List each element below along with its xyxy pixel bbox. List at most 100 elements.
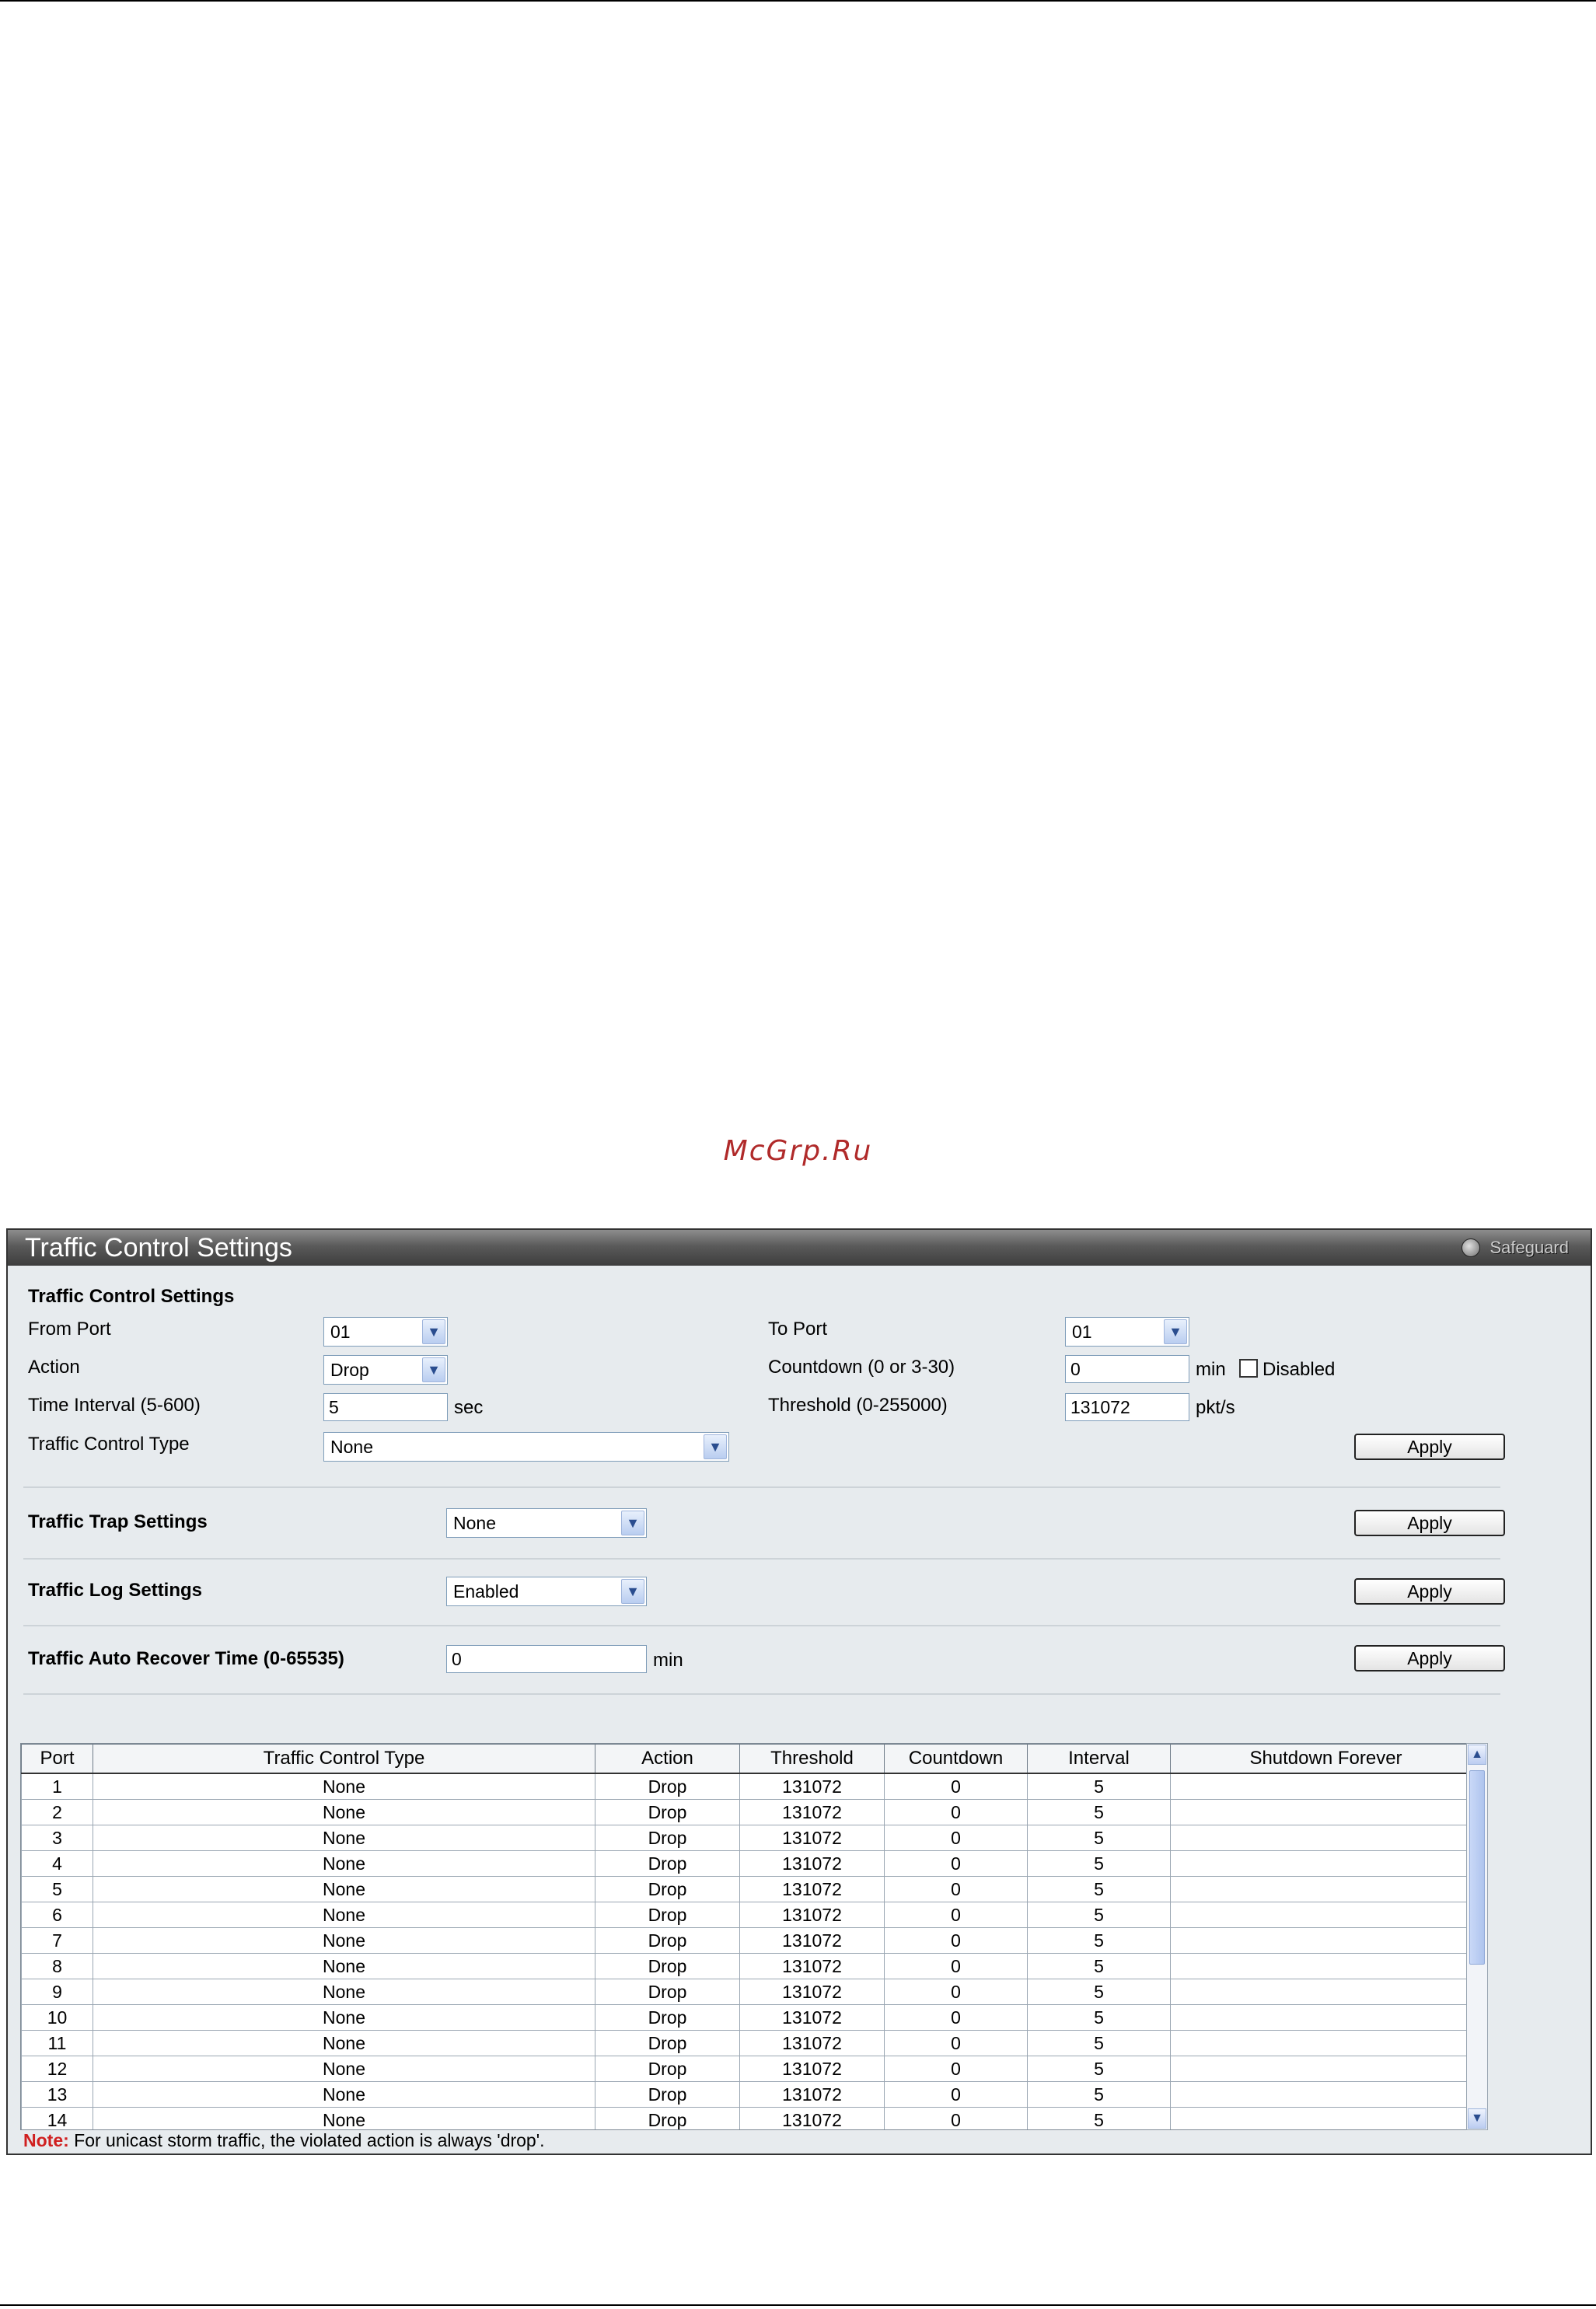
scrollbar-thumb[interactable] <box>1469 1770 1485 1965</box>
table-cell <box>1170 1773 1481 1800</box>
table-cell: 131072 <box>739 2081 885 2108</box>
table-cell: 131072 <box>739 1850 885 1877</box>
column-header: Traffic Control Type <box>93 1744 595 1774</box>
chevron-down-icon: ▼ <box>704 1434 727 1459</box>
watermark: McGrp.Ru <box>723 1135 873 1167</box>
traffic-control-panel: Traffic Control Settings Safeguard Traff… <box>6 1228 1592 2155</box>
apply-trap-button[interactable]: Apply <box>1354 1510 1505 1536</box>
table-cell: None <box>93 2107 595 2129</box>
table-cell: 5 <box>1027 2056 1171 2082</box>
table-cell: 0 <box>884 1825 1028 1851</box>
table-cell: 7 <box>21 1927 93 1954</box>
table-cell: 0 <box>884 2056 1028 2082</box>
safeguard-label: Safeguard <box>1489 1238 1569 1257</box>
table-cell: 131072 <box>739 1773 885 1800</box>
to-port-select[interactable]: 01 ▼ <box>1065 1317 1189 1347</box>
from-port-select[interactable]: 01 ▼ <box>323 1317 448 1347</box>
countdown-input[interactable]: 0 <box>1065 1355 1189 1383</box>
table-cell: Drop <box>595 1953 740 1979</box>
table-cell: 2 <box>21 1799 93 1825</box>
apply-traffic-control-button[interactable]: Apply <box>1354 1434 1505 1460</box>
column-header: Shutdown Forever <box>1170 1744 1481 1774</box>
from-port-label: From Port <box>28 1319 111 1340</box>
table-cell: 5 <box>1027 2081 1171 2108</box>
table-cell: 12 <box>21 2056 93 2082</box>
table-row: 12 None Drop 131072 0 5 <box>21 2056 1481 2082</box>
table-cell: Drop <box>595 1850 740 1877</box>
table-cell: 5 <box>1027 1953 1171 1979</box>
apply-recover-button[interactable]: Apply <box>1354 1645 1505 1671</box>
traffic-control-type-select[interactable]: None ▼ <box>323 1432 729 1462</box>
note-text: For unicast storm traffic, the violated … <box>68 2130 545 2150</box>
column-header: Countdown <box>884 1744 1028 1774</box>
table-cell: None <box>93 1799 595 1825</box>
interval-input[interactable]: 5 <box>323 1393 448 1421</box>
apply-log-button[interactable]: Apply <box>1354 1578 1505 1605</box>
table-row: 7 None Drop 131072 0 5 <box>21 1927 1481 1954</box>
note-prefix: Note: <box>23 2130 69 2150</box>
section-divider <box>23 1486 1500 1488</box>
threshold-input[interactable]: 131072 <box>1065 1393 1189 1421</box>
traffic-log-select[interactable]: Enabled ▼ <box>446 1577 647 1606</box>
table-cell: 11 <box>21 2030 93 2056</box>
table-cell <box>1170 2107 1481 2129</box>
table-cell: 5 <box>1027 1902 1171 1928</box>
table-cell <box>1170 2056 1481 2082</box>
table-cell: 131072 <box>739 1953 885 1979</box>
table-cell: 0 <box>884 2107 1028 2129</box>
table-row: 1 None Drop 131072 0 5 <box>21 1773 1481 1800</box>
table-cell: Drop <box>595 2004 740 2031</box>
table-cell: 0 <box>884 1953 1028 1979</box>
table-cell <box>1170 2081 1481 2108</box>
table-cell: None <box>93 2056 595 2082</box>
table-cell: 0 <box>884 1773 1028 1800</box>
scroll-down-icon[interactable]: ▼ <box>1468 2108 1486 2129</box>
table-cell <box>1170 1953 1481 1979</box>
table-cell: 5 <box>1027 1927 1171 1954</box>
countdown-label: Countdown (0 or 3-30) <box>768 1357 955 1378</box>
port-settings-table: Port Traffic Control Type Action Threshold C… <box>20 1743 1482 2130</box>
traffic-trap-label: Traffic Trap Settings <box>28 1511 208 1532</box>
table-row: 9 None Drop 131072 0 5 <box>21 1979 1481 2005</box>
traffic-log-label: Traffic Log Settings <box>28 1580 203 1601</box>
section-divider <box>23 1693 1500 1695</box>
table-row: 10 None Drop 131072 0 5 <box>21 2004 1481 2031</box>
table-cell: 0 <box>884 2030 1028 2056</box>
table-cell: 0 <box>884 1979 1028 2005</box>
footer-note: Note: For unicast storm traffic, the vio… <box>23 2130 545 2151</box>
table-cell <box>1170 2004 1481 2031</box>
table-row: 14 None Drop 131072 0 5 <box>21 2107 1481 2129</box>
disabled-label: Disabled <box>1262 1359 1336 1380</box>
table-row: 11 None Drop 131072 0 5 <box>21 2030 1481 2056</box>
disabled-checkbox[interactable] <box>1239 1359 1258 1378</box>
table-cell: Drop <box>595 1902 740 1928</box>
traffic-trap-select[interactable]: None ▼ <box>446 1508 647 1538</box>
auto-recover-input[interactable]: 0 <box>446 1645 647 1673</box>
table-header-row: Port Traffic Control Type Action Threshold C… <box>21 1744 1481 1774</box>
table-cell: 5 <box>21 1876 93 1902</box>
table-cell: 5 <box>1027 1850 1171 1877</box>
table-row: 6 None Drop 131072 0 5 <box>21 1902 1481 1928</box>
chevron-down-icon: ▼ <box>1164 1319 1187 1344</box>
table-scrollbar[interactable]: ▲ ▼ <box>1466 1743 1488 2130</box>
table-body: 1 None Drop 131072 0 5 2 None Drop 131072 0 5 3 None D… <box>21 1773 1481 2129</box>
section-title-traffic-control: Traffic Control Settings <box>28 1286 235 1307</box>
table-cell: 5 <box>1027 1876 1171 1902</box>
table-cell: Drop <box>595 2107 740 2129</box>
action-label: Action <box>28 1357 80 1378</box>
table-cell: 5 <box>1027 1773 1171 1800</box>
action-select[interactable]: Drop ▼ <box>323 1355 448 1385</box>
table-cell: 131072 <box>739 1927 885 1954</box>
table-cell: Drop <box>595 1799 740 1825</box>
table-cell: 4 <box>21 1850 93 1877</box>
table-cell: Drop <box>595 1773 740 1800</box>
table-cell: 0 <box>884 2081 1028 2108</box>
table-cell: None <box>93 1902 595 1928</box>
table-cell: None <box>93 1979 595 2005</box>
scroll-up-icon[interactable]: ▲ <box>1468 1745 1486 1765</box>
section-divider <box>23 1625 1500 1626</box>
table-cell: 0 <box>884 1902 1028 1928</box>
chevron-down-icon: ▼ <box>422 1319 445 1344</box>
table-cell: None <box>93 1825 595 1851</box>
table-cell: 5 <box>1027 1979 1171 2005</box>
